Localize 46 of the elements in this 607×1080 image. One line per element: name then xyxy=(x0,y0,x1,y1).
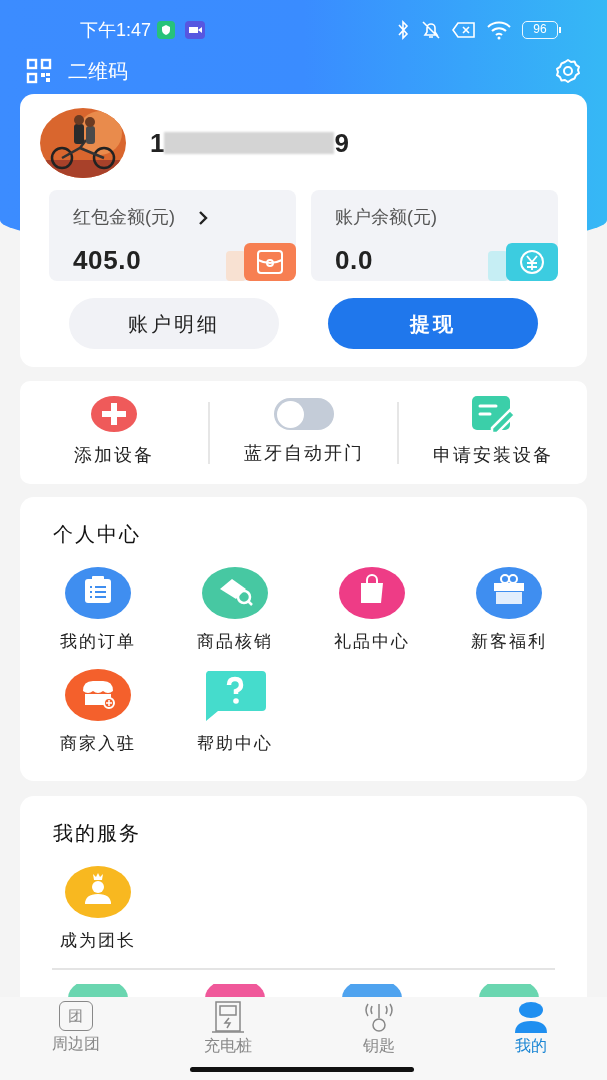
camera-icon xyxy=(185,21,206,39)
balance-amount: 0.0 xyxy=(335,245,374,275)
quick-action-label[interactable]: 添加设备 xyxy=(73,442,154,469)
settings-icon[interactable] xyxy=(555,58,581,84)
menu-item-label[interactable]: 我的订单 xyxy=(60,629,137,655)
phone-number-end: 9 xyxy=(334,126,349,160)
section-title: 我的服务 xyxy=(52,821,142,846)
bluetooth-icon xyxy=(396,20,410,40)
delete-key-icon xyxy=(452,21,476,39)
gift-icon[interactable] xyxy=(475,567,542,619)
phone-number-start: 1 xyxy=(150,126,165,160)
bluetooth-toggle[interactable] xyxy=(273,398,334,430)
balance-card[interactable]: 红包金额(元) 405.0 xyxy=(49,190,296,281)
envelope-icon xyxy=(226,243,296,281)
balance-label: 账户余额(元) xyxy=(335,206,437,229)
charging-station-icon xyxy=(210,1001,245,1033)
tab-item[interactable]: 我的 xyxy=(455,1001,607,1080)
wifi-icon xyxy=(486,20,512,40)
balance-amount: 405.0 xyxy=(73,245,142,275)
balance-label: 红包金额(元) xyxy=(73,206,175,229)
bell-muted-icon xyxy=(420,20,442,40)
menu-item-label[interactable]: 新客福利 xyxy=(470,629,547,655)
shield-icon xyxy=(157,21,176,39)
quick-action-label[interactable]: 蓝牙自动开门 xyxy=(243,440,364,467)
qr-code-icon[interactable] xyxy=(26,58,52,84)
menu-item-label[interactable]: 商家入驻 xyxy=(60,730,137,756)
ticket-search-icon[interactable] xyxy=(202,567,269,619)
clipboard-icon[interactable] xyxy=(65,567,132,619)
quick-action-label[interactable]: 申请安装设备 xyxy=(433,442,554,469)
shopping-bag-icon[interactable] xyxy=(338,567,405,619)
menu-item-label[interactable]: 商品核销 xyxy=(197,629,274,655)
bag-icon: 团 xyxy=(58,1001,93,1031)
add-icon[interactable] xyxy=(90,396,137,432)
menu-item-label[interactable]: 成为团长 xyxy=(60,928,137,954)
account-details-button[interactable]: 账户明细 xyxy=(69,298,279,349)
menu-item-label[interactable]: 礼品中心 xyxy=(333,629,410,655)
menu-item-label[interactable]: 帮助中心 xyxy=(197,730,274,756)
section-title: 个人中心 xyxy=(52,522,142,547)
edit-form-icon[interactable] xyxy=(470,396,517,432)
storefront-icon[interactable] xyxy=(65,668,132,721)
withdraw-button[interactable]: 提现 xyxy=(328,298,538,349)
battery-level: 96 xyxy=(522,21,558,39)
status-time: 下午1:47 xyxy=(80,18,152,42)
crowned-person-icon[interactable] xyxy=(65,866,132,918)
balance-card[interactable]: 账户余额(元) 0.0 xyxy=(311,190,558,281)
yuan-coin-icon xyxy=(488,243,558,281)
